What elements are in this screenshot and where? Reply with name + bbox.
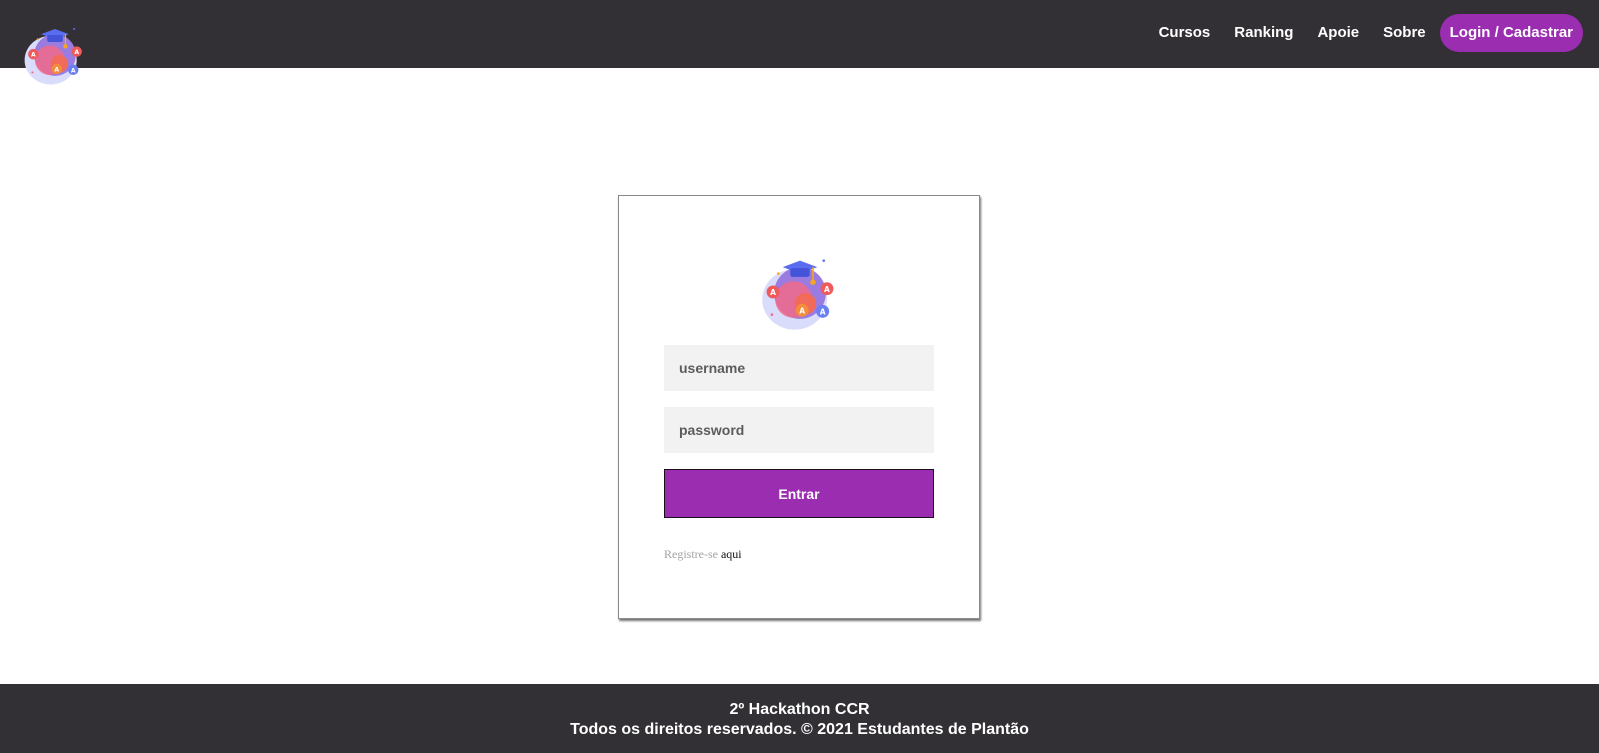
footer-copyright: Todos os direitos reservados. © 2021 Est… (570, 721, 1029, 738)
nav-link-cursos[interactable]: Cursos (1147, 14, 1223, 52)
nav-link-apoie[interactable]: Apoie (1305, 14, 1371, 52)
login-card: Entrar Registre-se aqui (618, 195, 980, 619)
page-footer: 2º Hackathon CCR Todos os direitos reser… (0, 684, 1599, 753)
register-text: Registre-se (664, 547, 718, 561)
graduation-bubble-logo-icon (23, 27, 83, 86)
graduation-bubble-logo-icon (761, 258, 835, 331)
login-register-button[interactable]: Login / Cadastrar (1439, 14, 1583, 52)
register-link[interactable]: aqui (721, 547, 742, 561)
username-input[interactable] (664, 345, 934, 391)
register-prompt: Registre-se aqui (664, 547, 742, 562)
main-nav: Cursos Ranking Apoie Sobre Login / Cadas… (1147, 14, 1583, 52)
footer-title: 2º Hackathon CCR (729, 701, 870, 718)
nav-link-ranking[interactable]: Ranking (1222, 14, 1305, 52)
password-input[interactable] (664, 407, 934, 453)
header-logo[interactable] (22, 22, 88, 88)
nav-link-sobre[interactable]: Sobre (1371, 14, 1438, 52)
login-submit-button[interactable]: Entrar (664, 469, 934, 518)
top-navbar: Cursos Ranking Apoie Sobre Login / Cadas… (0, 0, 1599, 68)
login-logo (759, 252, 841, 334)
